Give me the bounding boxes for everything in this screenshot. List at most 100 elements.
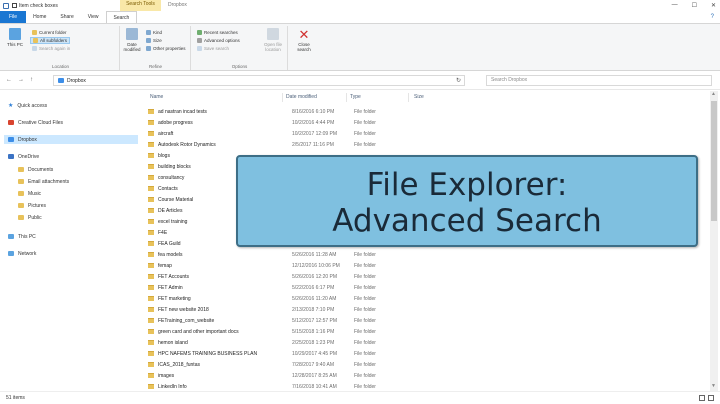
table-row[interactable]: FET Accounts 5/26/2016 12:20 PM File folde… [146, 272, 486, 281]
file-type: File folder [354, 262, 376, 269]
nav-item-label: Creative Cloud Files [18, 119, 64, 126]
nav-item-dropbox[interactable]: Dropbox [4, 135, 138, 144]
minimize-button[interactable]: — [672, 2, 678, 9]
folder-icon [148, 340, 154, 345]
advanced-options-icon [197, 38, 202, 43]
folder-icon [148, 219, 154, 224]
up-button[interactable]: ↑ [30, 77, 33, 83]
scroll-up-icon[interactable]: ▲ [711, 91, 716, 97]
help-icon[interactable]: ? [711, 11, 720, 23]
kind-button[interactable]: Kind [144, 29, 164, 36]
nav-item-network[interactable]: Network [8, 249, 36, 258]
all-subfolders-button[interactable]: All subfolders [30, 37, 71, 44]
folder-icon [148, 186, 154, 191]
save-search-button[interactable]: Save search [195, 45, 231, 52]
table-row[interactable]: FET new website 2018 2/13/2018 7:10 PM Fil… [146, 305, 486, 314]
table-row[interactable]: hemon island 2/25/2018 1:23 PM File folder [146, 338, 486, 347]
folder-icon [148, 373, 154, 378]
column-header-date[interactable]: Date modified [286, 94, 317, 100]
tab-view[interactable]: View [81, 11, 106, 23]
folder-icon [18, 167, 24, 172]
file-date: 10/2/2016 4:44 PM [292, 119, 335, 126]
nav-item-this-pc[interactable]: This PC [8, 232, 36, 241]
nav-item-label: This PC [18, 233, 36, 240]
table-row[interactable]: images 12/28/2017 8:25 AM File folder [146, 371, 486, 380]
nav-item-label: Dropbox [18, 136, 37, 143]
file-name: adobe progress [158, 119, 193, 126]
folder-icon [148, 142, 154, 147]
window-controls: — ☐ ✕ [672, 2, 716, 9]
table-row[interactable]: adobe progress 10/2/2016 4:44 PM File fold… [146, 118, 486, 127]
table-row[interactable]: fea models 5/26/2016 11:28 AM File folder [146, 250, 486, 259]
recent-searches-icon [197, 30, 202, 35]
open-file-location-button[interactable]: Open file location [260, 28, 286, 52]
folder-icon [148, 351, 154, 356]
advanced-options-button[interactable]: Advanced options [195, 37, 242, 44]
nav-item-creative-cloud[interactable]: Creative Cloud Files [8, 118, 63, 127]
table-row[interactable]: femap 12/12/2016 10:06 PM File folder [146, 261, 486, 270]
maximize-button[interactable]: ☐ [692, 2, 697, 9]
nav-item-email-attachments[interactable]: Email attachments [18, 177, 69, 186]
folder-icon [148, 131, 154, 136]
address-field[interactable]: Dropbox ↻ [53, 75, 465, 86]
nav-item-onedrive[interactable]: OneDrive [8, 152, 39, 161]
table-row[interactable]: ICAS_2018_funtas 7/28/2017 9:40 AM File fo… [146, 360, 486, 369]
column-header-type[interactable]: Type [350, 94, 361, 100]
table-row[interactable]: aircraft 10/2/2017 12:09 PM File folder [146, 129, 486, 138]
tab-share[interactable]: Share [53, 11, 80, 23]
file-type: File folder [354, 339, 376, 346]
tab-search[interactable]: Search [105, 11, 138, 23]
scroll-down-icon[interactable]: ▼ [711, 383, 716, 389]
column-header-name[interactable]: Name [150, 94, 163, 100]
this-pc-button[interactable]: This PC [4, 28, 26, 47]
close-window-button[interactable]: ✕ [711, 2, 716, 9]
file-type: File folder [354, 284, 376, 291]
table-row[interactable]: FET Admin 5/22/2016 6:17 PM File folder [146, 283, 486, 292]
close-icon: ✕ [298, 27, 310, 42]
folder-icon [148, 263, 154, 268]
table-row[interactable]: ad nastran incad tests 8/16/2016 6:10 PM F… [146, 107, 486, 116]
close-search-button[interactable]: ✕ Close search [293, 28, 315, 52]
column-header-size[interactable]: Size [414, 94, 424, 100]
kind-label: Kind [153, 30, 163, 35]
table-row[interactable]: LinkedIn Info 7/16/2018 10:41 AM File fold… [146, 382, 486, 391]
nav-item-pictures[interactable]: Pictures [18, 201, 46, 210]
folder-icon [148, 274, 154, 279]
status-bar: 51 items [0, 391, 720, 404]
nav-item-label: OneDrive [18, 153, 40, 160]
search-input[interactable]: Search Dropbox [486, 75, 712, 86]
file-name: FET Accounts [158, 273, 190, 280]
size-button[interactable]: Size [144, 37, 164, 44]
vertical-scrollbar[interactable]: ▲ ▼ [710, 91, 718, 391]
search-again-button[interactable]: Search again in [30, 45, 72, 52]
nav-item-music[interactable]: Music [18, 189, 41, 198]
table-row[interactable]: FET marketing 5/26/2016 11:20 AM File fold… [146, 294, 486, 303]
table-row[interactable]: Autodesk Rotor Dynamics 2/5/2017 11:16 PM… [146, 140, 486, 149]
this-pc-label: This PC [6, 42, 23, 47]
scroll-thumb[interactable] [711, 101, 717, 221]
tab-home[interactable]: Home [26, 11, 53, 23]
nav-item-quick-access[interactable]: ★ Quick access [8, 101, 47, 110]
table-row[interactable]: FETraining_com_website 5/12/2017 12:57 PM… [146, 316, 486, 325]
search-again-label: Search again in [39, 46, 71, 51]
item-check-boxes-toggle[interactable]: Item check boxes [12, 3, 58, 9]
recent-searches-button[interactable]: Recent searches [195, 29, 240, 36]
folder-icon [18, 191, 24, 196]
nav-item-public[interactable]: Public [18, 213, 42, 222]
nav-item-documents[interactable]: Documents [18, 165, 53, 174]
tab-file[interactable]: File [0, 11, 27, 23]
folder-icon [148, 153, 154, 158]
refresh-button[interactable]: ↻ [456, 77, 461, 84]
forward-button[interactable]: → [18, 77, 24, 83]
table-row[interactable]: green card and other important docs 5/15/… [146, 327, 486, 336]
details-view-icon[interactable] [699, 395, 705, 401]
caption-line-2: Advanced Search [332, 203, 602, 239]
table-row[interactable]: HPC NAFEMS TRAINING BUSINESS PLAN 10/29/2… [146, 349, 486, 358]
other-properties-button[interactable]: Other properties [144, 45, 188, 52]
view-buttons [699, 395, 714, 401]
current-folder-button[interactable]: Current folder [30, 29, 69, 36]
back-button[interactable]: ← [6, 77, 12, 83]
date-modified-button[interactable]: Date modified [121, 28, 143, 52]
network-icon [8, 251, 14, 256]
large-icons-view-icon[interactable] [708, 395, 714, 401]
